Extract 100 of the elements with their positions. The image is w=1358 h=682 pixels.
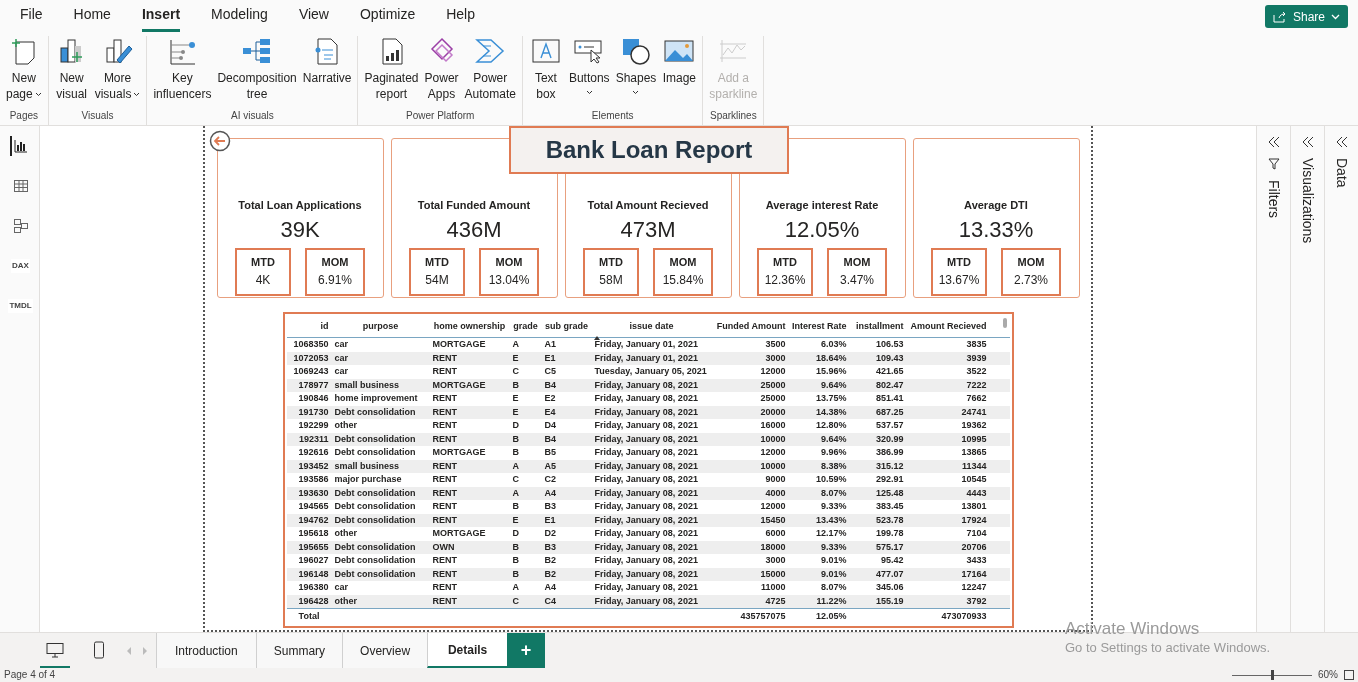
table-cell-text: E2	[543, 394, 557, 404]
table-cell-text: 1072053	[292, 353, 330, 363]
ribbon-button[interactable]: Power Automate	[462, 36, 518, 102]
pane-label: Data	[1333, 158, 1351, 188]
column-header[interactable]: grade	[509, 319, 542, 334]
table-cell-text: Friday, January 08, 2021	[593, 583, 699, 593]
ribbon-group-label: Elements	[591, 109, 634, 123]
table-cell-text: 15.96%	[814, 367, 848, 377]
report-view-icon[interactable]	[9, 136, 30, 156]
ribbon-button[interactable]: Image	[660, 36, 699, 86]
kpi-title: Total Funded Amount	[417, 198, 531, 213]
ribbon-button[interactable]: New visual	[52, 36, 91, 102]
page-indicator: Page 4 of 4	[4, 670, 56, 680]
column-header[interactable]: Amount Recieved	[906, 319, 990, 334]
scrollbar-thumb[interactable]	[1002, 318, 1007, 328]
table-cell-text: 8.07%	[819, 583, 848, 593]
table-cell-text: 12000	[759, 448, 787, 458]
table-cell-text: Debt consolidation	[333, 502, 417, 512]
report-title: Bank Loan Report	[509, 126, 789, 174]
table-cell-text: OWN	[431, 542, 456, 552]
table-cell-text: RENT	[431, 488, 458, 498]
collapsed-pane[interactable]: Visualizations	[1290, 126, 1324, 632]
table-cell-text: Friday, January 08, 2021	[593, 421, 699, 431]
kpi-value: 473M	[620, 215, 676, 244]
table-cell-text: 13.43%	[814, 515, 848, 525]
table-cell-text: RENT	[431, 407, 458, 417]
column-header[interactable]: id	[286, 319, 332, 334]
menu-tab[interactable]: Optimize	[359, 4, 416, 32]
table-cell-text: A4	[543, 583, 557, 593]
page-tab[interactable]: Details	[427, 633, 508, 668]
kpi-title: Total Amount Recieved	[587, 198, 709, 213]
column-header[interactable]: issue date	[591, 319, 712, 334]
table-cell-text: 537.57	[874, 421, 905, 431]
table-cell-text: 17924	[960, 515, 988, 525]
table-cell-text: B4	[543, 434, 557, 444]
menu-tab[interactable]: Home	[73, 4, 111, 32]
table-cell-text: 3522	[965, 367, 988, 377]
ribbon-button[interactable]: Decomposition tree	[215, 36, 299, 102]
ribbon-button[interactable]: More visuals	[92, 36, 143, 102]
table-cell-text: 193630	[297, 488, 330, 498]
column-header[interactable]: Funded Amount	[711, 319, 789, 334]
dax-view-icon[interactable]: DAX	[9, 256, 30, 276]
column-header[interactable]: Interest Rate	[788, 319, 850, 334]
table-cell-text: 13865	[960, 448, 988, 458]
ribbon-button[interactable]: New page	[4, 36, 44, 102]
activation-text: Go to Settings to activate Windows.	[1065, 639, 1271, 657]
ribbon-button[interactable]: Narrative	[300, 36, 354, 86]
table-cell-text: Friday, January 08, 2021	[593, 448, 699, 458]
ribbon-button[interactable]: Text box	[526, 36, 565, 102]
zoom-level[interactable]: 60%	[1318, 670, 1338, 680]
page-tab[interactable]: Overview	[342, 633, 428, 668]
table-cell-text: 8.38%	[819, 461, 848, 471]
table-cell-text: A1	[543, 340, 557, 350]
table-cell-text: 11.22%	[815, 596, 848, 606]
ribbon-button[interactable]: Paginated report	[362, 36, 421, 102]
ribbon-button[interactable]: Buttons	[566, 36, 612, 95]
expand-icon	[1335, 136, 1348, 148]
menu-tab[interactable]: View	[298, 4, 329, 32]
ribbon-button[interactable]: Key influencers	[151, 36, 214, 102]
total-cell-text: 12.05%	[814, 609, 848, 623]
table-cell-text: 10545	[960, 475, 988, 485]
table-cell-text: 4443	[965, 488, 988, 498]
table-cell-text: 421.65	[874, 367, 905, 377]
column-header[interactable]: purpose	[331, 319, 430, 334]
zoom-slider[interactable]	[1232, 670, 1312, 680]
table-cell-text: E1	[543, 515, 557, 525]
total-cell-text: Total	[297, 609, 321, 623]
tmdl-view-icon[interactable]: TMDL	[6, 296, 33, 316]
table-cell-text: Friday, January 08, 2021	[593, 569, 699, 579]
ribbon-button[interactable]: Shapes	[613, 36, 659, 95]
menu-tab[interactable]: Modeling	[211, 4, 268, 32]
table-cell-text: 13801	[960, 502, 988, 512]
table-cell-text: 345.06	[874, 583, 905, 593]
zoom-slider-thumb[interactable]	[1271, 670, 1274, 680]
metric-label: MTD	[251, 255, 275, 271]
fit-to-page-icon[interactable]	[1344, 670, 1354, 680]
table-cell-text: 3000	[764, 353, 787, 363]
share-button[interactable]: Share	[1264, 5, 1348, 28]
table-cell-text: Debt consolidation	[333, 448, 417, 458]
page-tab[interactable]: Introduction	[156, 633, 256, 668]
table-cell-text: B	[511, 542, 520, 552]
collapsed-pane[interactable]: Data	[1324, 126, 1358, 632]
column-header[interactable]: home ownership	[429, 319, 510, 334]
table-cell-text: A	[511, 340, 520, 350]
table-cell-text: 851.41	[874, 394, 905, 404]
table-cell-text: RENT	[431, 475, 458, 485]
collapsed-pane[interactable]: Filters	[1256, 126, 1290, 632]
menu-tab[interactable]: File	[20, 4, 43, 32]
table-cell-text: 10.59%	[814, 475, 848, 485]
table-cell-text: 195618	[297, 529, 330, 539]
table-cell-text: 3433	[965, 556, 988, 566]
add-page-button[interactable]: +	[507, 633, 546, 668]
ribbon-button[interactable]: Power Apps	[422, 36, 461, 102]
column-header[interactable]: sub grade	[541, 319, 592, 334]
menu-tab[interactable]: Help	[446, 4, 475, 32]
kpi-title: Average DTI	[964, 198, 1028, 213]
page-tab[interactable]: Summary	[255, 633, 343, 668]
table-cell-text: Friday, January 08, 2021	[593, 475, 699, 485]
metric-value: 12.36%	[764, 271, 806, 289]
column-header[interactable]: installment	[849, 319, 907, 334]
